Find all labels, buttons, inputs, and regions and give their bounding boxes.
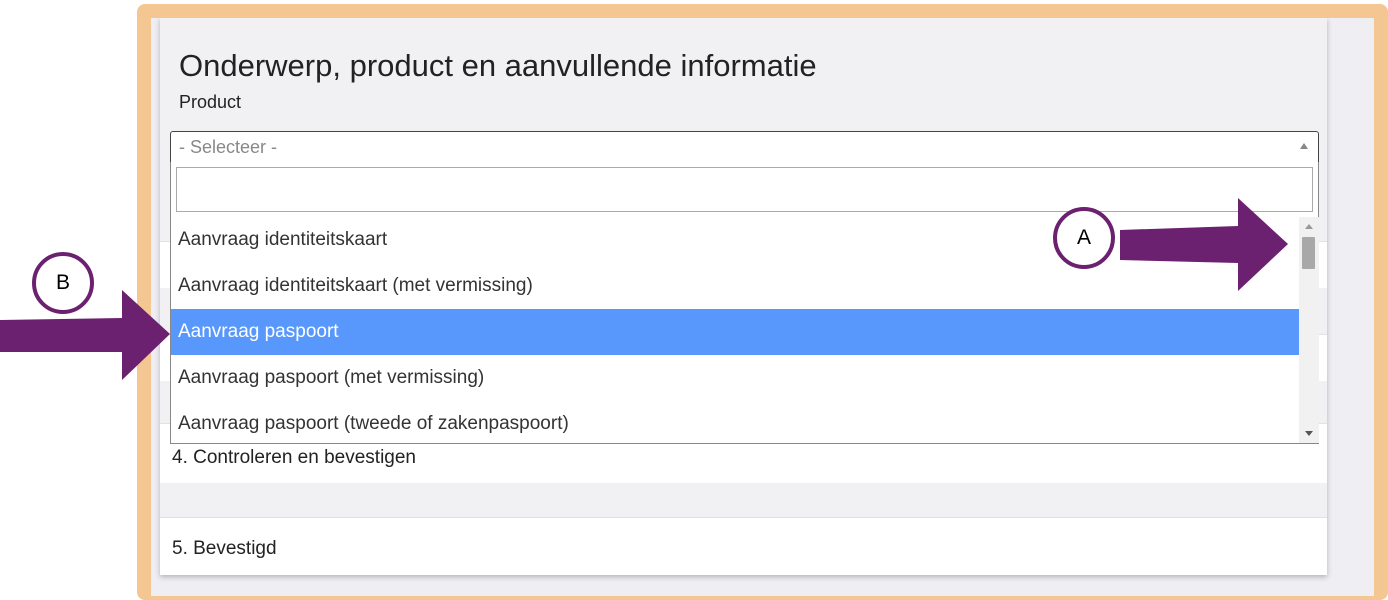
section-title: Onderwerp, product en aanvullende inform… — [179, 48, 817, 83]
annotation-badge-a: A — [1053, 207, 1115, 269]
dropdown-option[interactable]: Aanvraag paspoort — [171, 309, 1299, 355]
dropdown-option[interactable]: Aanvraag paspoort (met vermissing) — [171, 355, 1299, 401]
chevron-up-icon — [1300, 143, 1308, 149]
product-select[interactable]: - Selecteer - — [170, 131, 1319, 163]
arrow-a-icon — [1120, 198, 1288, 291]
step-5-label: 5. Bevestigd — [172, 538, 277, 559]
select-value: - Selecteer - — [179, 137, 278, 157]
step-4-label: 4. Controleren en bevestigen — [172, 447, 416, 468]
scrollbar-thumb[interactable] — [1302, 237, 1315, 269]
product-label: Product — [179, 92, 242, 112]
step-row-5[interactable]: 5. Bevestigd — [160, 517, 1327, 575]
annotation-badge-b: B — [32, 252, 94, 314]
scroll-down-icon[interactable] — [1305, 431, 1313, 436]
dropdown-scrollbar[interactable] — [1299, 217, 1319, 443]
dropdown-option[interactable]: Aanvraag paspoort (tweede of zakenpaspoo… — [171, 401, 1299, 443]
scroll-up-icon[interactable] — [1305, 224, 1313, 229]
arrow-b-icon — [0, 290, 170, 380]
